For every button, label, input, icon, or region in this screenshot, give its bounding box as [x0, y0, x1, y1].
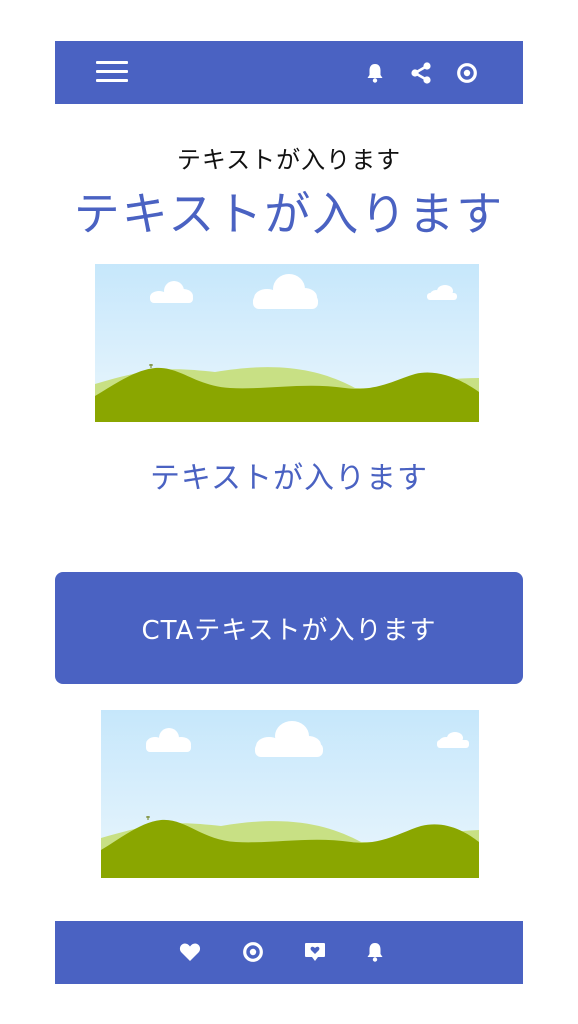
at-sign-icon[interactable]	[239, 938, 267, 966]
share-icon[interactable]	[407, 59, 435, 87]
bell-icon[interactable]	[361, 59, 389, 87]
page: テキストが入ります テキストが入ります テキストが入ります CTAテキストが入り…	[0, 0, 578, 1024]
cta-button[interactable]: CTAテキストが入ります	[55, 572, 523, 684]
at-sign-icon[interactable]	[453, 59, 481, 87]
bottom-nav-bar	[55, 921, 523, 984]
top-app-bar	[55, 41, 523, 104]
landscape-image-2	[101, 710, 479, 878]
heart-message-icon[interactable]	[301, 938, 329, 966]
heart-icon[interactable]	[176, 938, 204, 966]
eyebrow-text: テキストが入ります	[176, 146, 402, 174]
hamburger-menu-icon[interactable]	[96, 61, 128, 83]
section-caption: テキストが入ります	[149, 461, 429, 496]
landscape-image	[95, 264, 479, 422]
headline: テキストが入ります	[73, 187, 505, 241]
bell-icon[interactable]	[361, 938, 389, 966]
